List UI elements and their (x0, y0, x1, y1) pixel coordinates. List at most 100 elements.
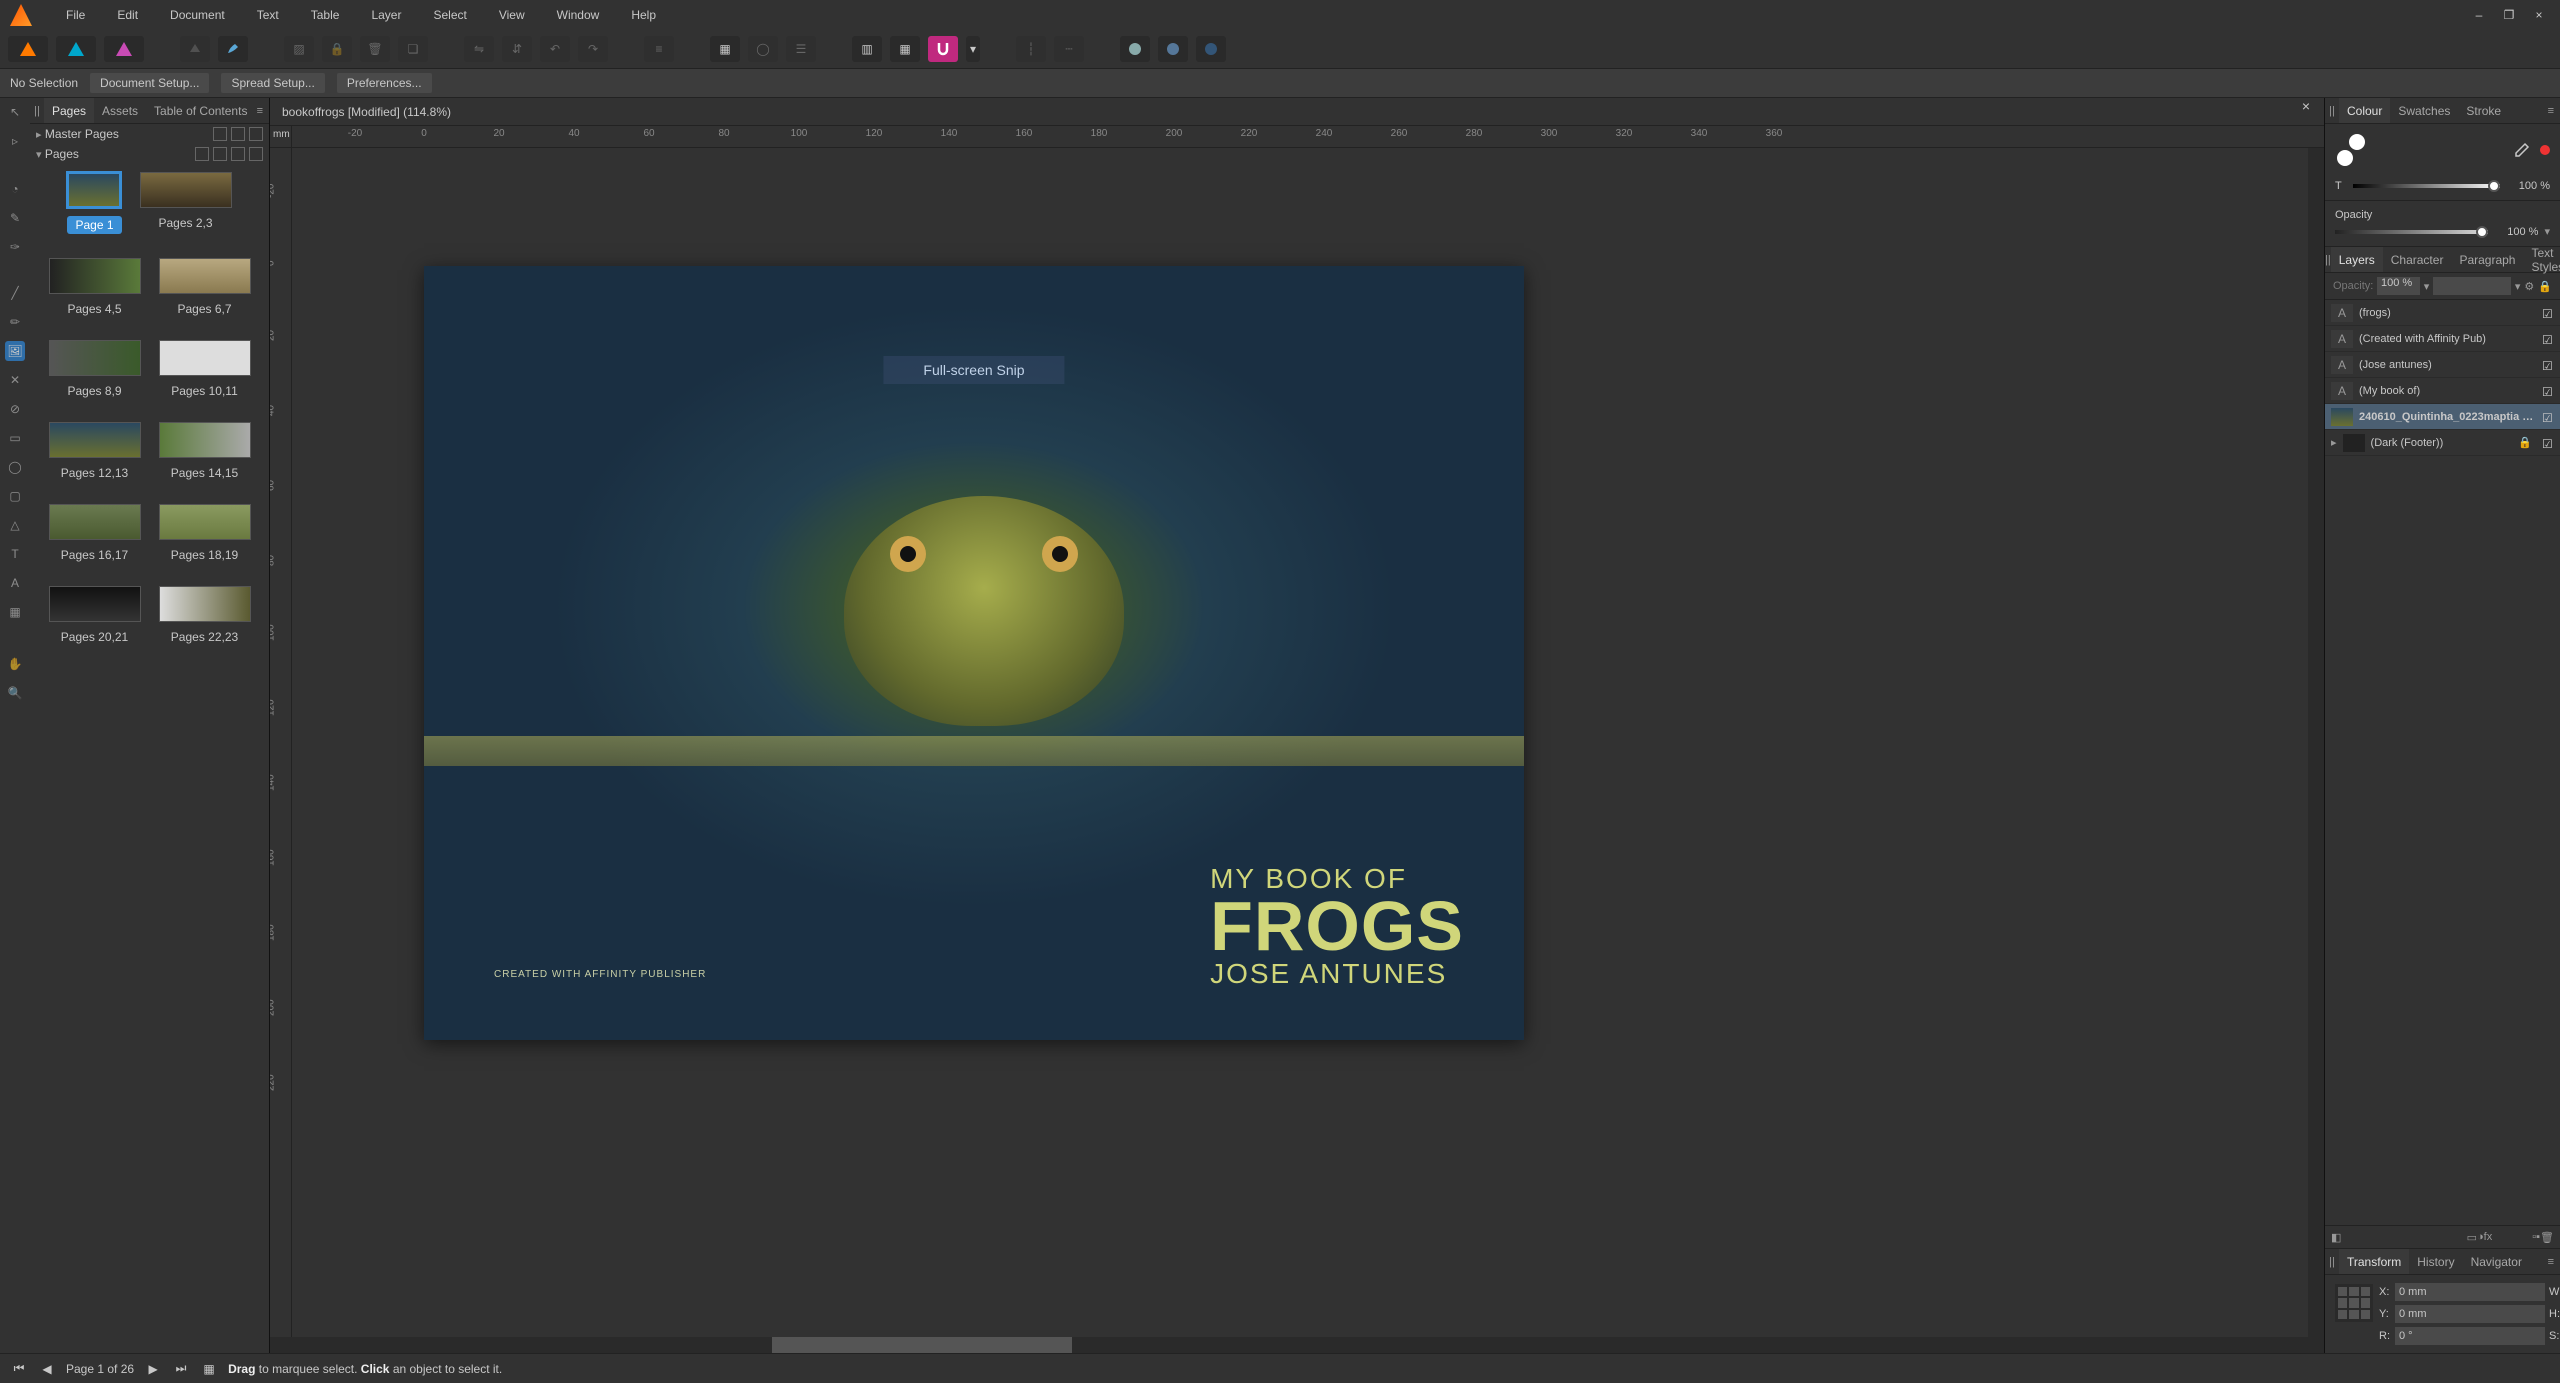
visibility-checkbox-icon[interactable]: ☑ (2542, 307, 2554, 319)
opacity-icon[interactable]: ▨ (284, 36, 314, 62)
tab-transform[interactable]: Transform (2339, 1249, 2409, 1274)
brush-tool-icon[interactable]: ◔ (5, 179, 25, 199)
delete-layer-icon[interactable]: 🗑 (2540, 1231, 2554, 1244)
preview-mode-icon[interactable]: ▦ (710, 36, 740, 62)
delete-page-icon[interactable] (249, 147, 263, 161)
chevron-down-icon[interactable]: ▾ (2515, 280, 2521, 293)
panel-menu-icon[interactable]: ≡ (2548, 1256, 2560, 1268)
visibility-checkbox-icon[interactable]: ☑ (2542, 359, 2554, 371)
document-tab[interactable]: bookoffrogs [Modified] (114.8%) (270, 98, 463, 125)
colour-wells-icon[interactable] (2335, 132, 2371, 168)
pencil-tool-icon[interactable]: ✎ (5, 208, 25, 228)
mask-icon[interactable]: ▭ (2467, 1231, 2477, 1244)
page-thumb[interactable] (49, 504, 141, 540)
snap-dropdown-icon[interactable]: ▾ (966, 36, 980, 62)
assistant-icon[interactable]: ◧ (2331, 1231, 2341, 1244)
layer-item[interactable]: ▸ (Dark (Footer)) 🔒 ☑ (2325, 430, 2560, 456)
triangle-tool-icon[interactable]: △ (5, 515, 25, 535)
tab-character[interactable]: Character (2383, 247, 2452, 272)
rotate-ccw-icon[interactable]: ↶ (540, 36, 570, 62)
adjustment-icon[interactable]: ◑ (2477, 1231, 2484, 1243)
r-input[interactable] (2395, 1327, 2545, 1345)
guides-v-icon[interactable]: ┆ (1016, 36, 1046, 62)
layer-item[interactable]: A (frogs) ☑ (2325, 300, 2560, 326)
page-thumb[interactable] (49, 586, 141, 622)
eyedropper-icon[interactable] (2514, 142, 2530, 158)
node-tool-icon[interactable]: ▹ (5, 131, 25, 151)
facing-pages-icon[interactable] (195, 147, 209, 161)
anchor-grid[interactable] (2335, 1284, 2373, 1322)
lock-icon[interactable]: 🔒 (2538, 280, 2552, 293)
menu-help[interactable]: Help (615, 8, 672, 22)
menu-layer[interactable]: Layer (355, 8, 417, 22)
align-icon[interactable]: ≡ (644, 36, 674, 62)
spread-setup-button[interactable]: Spread Setup... (221, 73, 324, 93)
pages-menu-icon[interactable]: ▦ (200, 1360, 218, 1378)
visibility-checkbox-icon[interactable]: ☑ (2542, 385, 2554, 397)
layer-item[interactable]: A (Jose antunes) ☑ (2325, 352, 2560, 378)
menu-select[interactable]: Select (417, 8, 482, 22)
sphere-mid-icon[interactable] (1158, 36, 1188, 62)
tab-navigator[interactable]: Navigator (2463, 1249, 2530, 1274)
sphere-light-icon[interactable] (1120, 36, 1150, 62)
tab-toc[interactable]: Table of Contents (146, 98, 255, 123)
baseline-grid-icon[interactable]: ☰ (786, 36, 816, 62)
tab-paragraph[interactable]: Paragraph (2451, 247, 2523, 272)
clip-mode-icon[interactable]: ◯ (748, 36, 778, 62)
persona-designer-button[interactable] (56, 36, 96, 62)
transparency-tool-icon[interactable]: ⊘ (5, 399, 25, 419)
panel-handle-icon[interactable]: || (2325, 105, 2339, 117)
page-thumb[interactable] (159, 504, 251, 540)
tab-text-styles[interactable]: Text Styles (2523, 247, 2560, 272)
ruler-horizontal[interactable]: -20 0 20 40 60 80 100 120 140 160 180 20… (292, 126, 2324, 148)
window-minimize-icon[interactable]: – (2464, 4, 2494, 26)
sphere-dark-icon[interactable] (1196, 36, 1226, 62)
lock-icon[interactable]: 🔒 (2518, 436, 2532, 449)
pen-tool-icon[interactable]: ✑ (5, 237, 25, 257)
panel-menu-icon[interactable]: ≡ (257, 105, 269, 117)
persona-photo-button[interactable] (104, 36, 144, 62)
delete-master-icon[interactable] (249, 127, 263, 141)
page-thumb[interactable] (140, 172, 232, 208)
menu-file[interactable]: File (50, 8, 101, 22)
add-master-icon[interactable] (213, 127, 227, 141)
ellipse-tool-icon[interactable]: ◯ (5, 457, 25, 477)
vector-brush-icon[interactable]: ╱ (5, 283, 25, 303)
flip-v-icon[interactable]: ⇵ (502, 36, 532, 62)
page-thumb[interactable] (159, 340, 251, 376)
x-input[interactable] (2395, 1283, 2545, 1301)
page-thumb[interactable] (159, 422, 251, 458)
flip-h-icon[interactable]: ⇋ (464, 36, 494, 62)
chevron-down-icon[interactable]: ▾ (2424, 280, 2430, 293)
tool-paint-icon[interactable] (218, 36, 248, 62)
preferences-button[interactable]: Preferences... (337, 73, 432, 93)
pan-tool-icon[interactable]: ✋ (5, 654, 25, 674)
document-setup-button[interactable]: Document Setup... (90, 73, 209, 93)
page-thumb[interactable] (49, 422, 141, 458)
disclosure-pages-icon[interactable]: ▾ (36, 148, 42, 161)
gear-icon[interactable]: ⚙ (2524, 280, 2534, 293)
visibility-checkbox-icon[interactable]: ☑ (2542, 411, 2554, 423)
canvas-viewport[interactable]: Full-screen Snip MY BOOK OF FROGS JOSE A… (292, 148, 2308, 1337)
first-page-icon[interactable]: ⏮ (10, 1360, 28, 1378)
duplicate-page-icon[interactable] (231, 147, 245, 161)
opacity-slider[interactable] (2335, 230, 2488, 234)
tab-assets[interactable]: Assets (94, 98, 146, 123)
add-page-icon[interactable] (213, 147, 227, 161)
prev-page-icon[interactable]: ◀ (38, 1360, 56, 1378)
tool-arrow-up-icon[interactable] (180, 36, 210, 62)
fx-icon[interactable]: fx (2484, 1231, 2493, 1243)
layer-item[interactable]: 240610_Quintinha_0223maptia (I... ☑ (2325, 404, 2560, 430)
menu-text[interactable]: Text (241, 8, 295, 22)
vertical-scrollbar[interactable] (2308, 148, 2324, 1337)
trash-icon[interactable]: 🗑 (360, 36, 390, 62)
next-page-icon[interactable]: ▶ (144, 1360, 162, 1378)
menu-document[interactable]: Document (154, 8, 241, 22)
guides-h-icon[interactable]: ┄ (1054, 36, 1084, 62)
tab-pages[interactable]: Pages (44, 98, 94, 123)
layer-item[interactable]: A (My book of) ☑ (2325, 378, 2560, 404)
visibility-checkbox-icon[interactable]: ☑ (2542, 333, 2554, 345)
layer-item[interactable]: A (Created with Affinity Pub) ☑ (2325, 326, 2560, 352)
visibility-checkbox-icon[interactable]: ☑ (2542, 437, 2554, 449)
page-thumb[interactable] (67, 172, 121, 208)
